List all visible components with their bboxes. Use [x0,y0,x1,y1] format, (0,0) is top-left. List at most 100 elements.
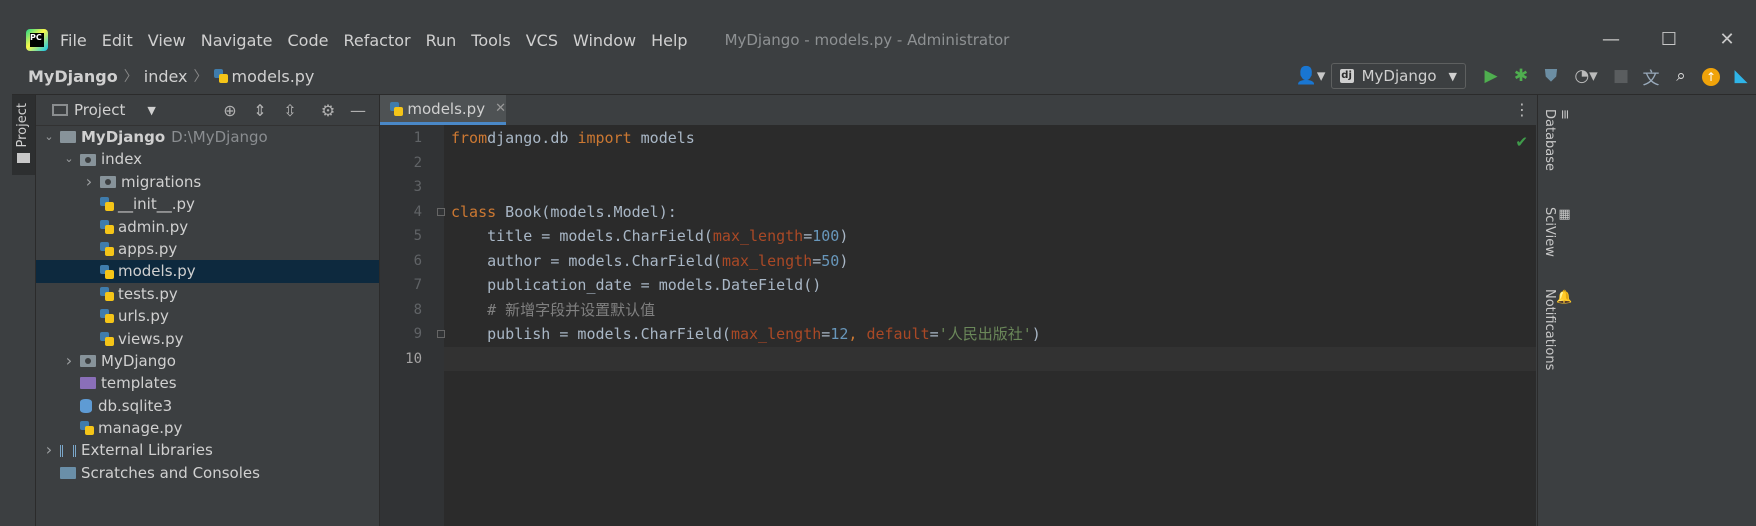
code-token: max_length [721,251,813,270]
database-icon: ≡ [1557,109,1572,120]
main-toolbar: 👤▾ dj MyDjango ▼ ▶ ✱ ⛊ ◔▾ ■ 文 ⌕ ↑ ◣ [1291,58,1756,94]
tree-item[interactable]: tests.py [36,283,379,305]
chevron-right-icon[interactable]: › [62,350,76,372]
hide-icon[interactable]: — [343,101,373,120]
minimize-button[interactable]: — [1582,22,1640,58]
python-file-icon [100,331,114,346]
window-icon [52,104,68,116]
expand-all-icon[interactable]: ⇕ [245,101,275,120]
package-icon [80,153,96,166]
code-token: = [803,227,813,245]
django-icon: dj [1339,69,1354,83]
tool-tab-database[interactable]: ≡ Database [1542,109,1572,171]
tree-item[interactable]: › migrations [36,171,379,193]
code-line[interactable]: publication_date = models.DateField() [450,273,1536,298]
line-number: 6 [413,252,422,269]
run-configuration-select[interactable]: dj MyDjango ▼ [1330,63,1466,89]
collapse-all-icon[interactable]: ⇳ [275,101,305,120]
tool-tab-sciview[interactable]: ▦ SciView [1542,207,1572,257]
tree-item[interactable]: views.py [36,328,379,350]
menu-item-code[interactable]: Code [288,31,329,50]
breadcrumb-file[interactable]: models.py [232,67,315,86]
code-line[interactable] [450,151,1536,176]
menu-item-help[interactable]: Help [651,31,687,50]
jetbrains-icon[interactable]: ◣ [1726,66,1756,86]
tree-item[interactable]: Scratches and Consoles [36,462,379,484]
debug-icon[interactable]: ✱ [1506,66,1536,86]
profile-icon[interactable]: ◔▾ [1566,66,1606,86]
run-icon[interactable]: ▶ [1476,66,1506,86]
tree-item[interactable]: urls.py [36,305,379,327]
code-line[interactable] [450,346,1536,371]
python-file-icon [390,101,404,116]
code-token: publish = models.CharField( [451,325,731,343]
line-number: 10 [405,350,422,367]
title-bar: PC File Edit View Navigate Code Refactor Run To… [12,22,1756,58]
tab-models-py[interactable]: models.py ✕ [380,95,506,125]
inspection-ok-icon[interactable]: ✔ [1515,133,1528,151]
close-icon[interactable]: ✕ [495,101,506,116]
chevron-right-icon[interactable]: › [42,439,56,461]
code-line[interactable]: # 新增字段并设置默认值 [450,298,1536,323]
tree-item[interactable]: › External Libraries [36,439,379,461]
notifications-icon: 🔔 [1557,289,1572,305]
code-area[interactable]: fromdjango.db import models class Book(mo… [450,125,1536,526]
tree-item[interactable]: › MyDjango [36,350,379,372]
code-line[interactable]: class Book(models.Model): [450,200,1536,225]
project-tree: ⌄ MyDjango D:\MyDjango ⌄ index › migrations __i… [36,126,379,484]
close-button[interactable]: ✕ [1698,22,1756,58]
search-icon[interactable]: ⌕ [1666,66,1696,86]
translate-icon[interactable]: 文 [1636,64,1666,89]
tree-item-label: tests.py [118,284,178,303]
tree-item[interactable]: models.py [36,260,379,283]
code-token: 50 [821,251,840,270]
menu-item-tools[interactable]: Tools [471,31,510,50]
chevron-right-icon[interactable]: › [82,171,96,193]
user-icon[interactable]: 👤▾ [1291,66,1331,86]
tree-item[interactable]: apps.py [36,238,379,260]
maximize-button[interactable]: ☐ [1640,22,1698,58]
tree-item[interactable]: templates [36,372,379,394]
chevron-down-icon[interactable]: ⌄ [62,148,76,170]
code-line[interactable]: publish = models.CharField(max_length=12… [450,322,1536,347]
tree-item[interactable]: admin.py [36,216,379,238]
project-panel-title[interactable]: Project [74,101,125,119]
tree-item-label: models.py [118,262,196,281]
chevron-down-icon[interactable]: ⌄ [42,126,56,148]
menu-item-navigate[interactable]: Navigate [201,31,273,50]
more-icon[interactable]: ⋮ [1514,100,1530,119]
project-panel: Project ▼ ⊕ ⇕ ⇳ ⚙ — ⌄ MyDjango D:\MyDjango… [36,95,380,526]
menu-item-vcs[interactable]: VCS [526,31,558,50]
line-number: 1 [413,130,422,146]
menu-item-edit[interactable]: Edit [102,31,133,50]
python-file-icon [100,242,114,257]
stop-icon[interactable]: ■ [1606,66,1636,86]
tree-item[interactable]: __init__.py [36,193,379,215]
fold-marker-icon[interactable] [437,207,445,216]
menu-item-file[interactable]: File [60,31,87,50]
tree-item[interactable]: ⌄ MyDjango D:\MyDjango [36,126,379,148]
gear-icon[interactable]: ⚙ [313,101,343,120]
menu-item-refactor[interactable]: Refactor [343,31,410,50]
tree-item[interactable]: ⌄ index [36,148,379,170]
menu-item-window[interactable]: Window [573,31,636,50]
project-tool-tab[interactable]: Project [12,95,35,175]
code-line[interactable]: fromdjango.db import models [450,126,1536,151]
code-line[interactable] [450,175,1536,200]
code-line[interactable]: title = models.CharField(max_length=100) [450,224,1536,249]
breadcrumb-project[interactable]: MyDjango [28,67,118,86]
update-icon[interactable]: ↑ [1696,66,1726,86]
tree-item[interactable]: db.sqlite3 [36,395,379,417]
chevron-down-icon[interactable]: ▼ [147,104,155,117]
locate-icon[interactable]: ⊕ [215,101,245,120]
breadcrumb-folder[interactable]: index [144,67,188,86]
tool-tab-label: Notifications [1542,289,1557,371]
code-line[interactable]: author = models.CharField(max_length=50) [450,249,1536,274]
coverage-icon[interactable]: ⛊ [1536,66,1566,86]
fold-marker-icon[interactable] [437,330,445,338]
menu-item-run[interactable]: Run [426,31,457,50]
menu-item-view[interactable]: View [148,31,186,50]
tree-item-label: index [101,150,143,169]
tree-item[interactable]: manage.py [36,417,379,439]
tool-tab-notifications[interactable]: 🔔 Notifications [1542,289,1572,370]
